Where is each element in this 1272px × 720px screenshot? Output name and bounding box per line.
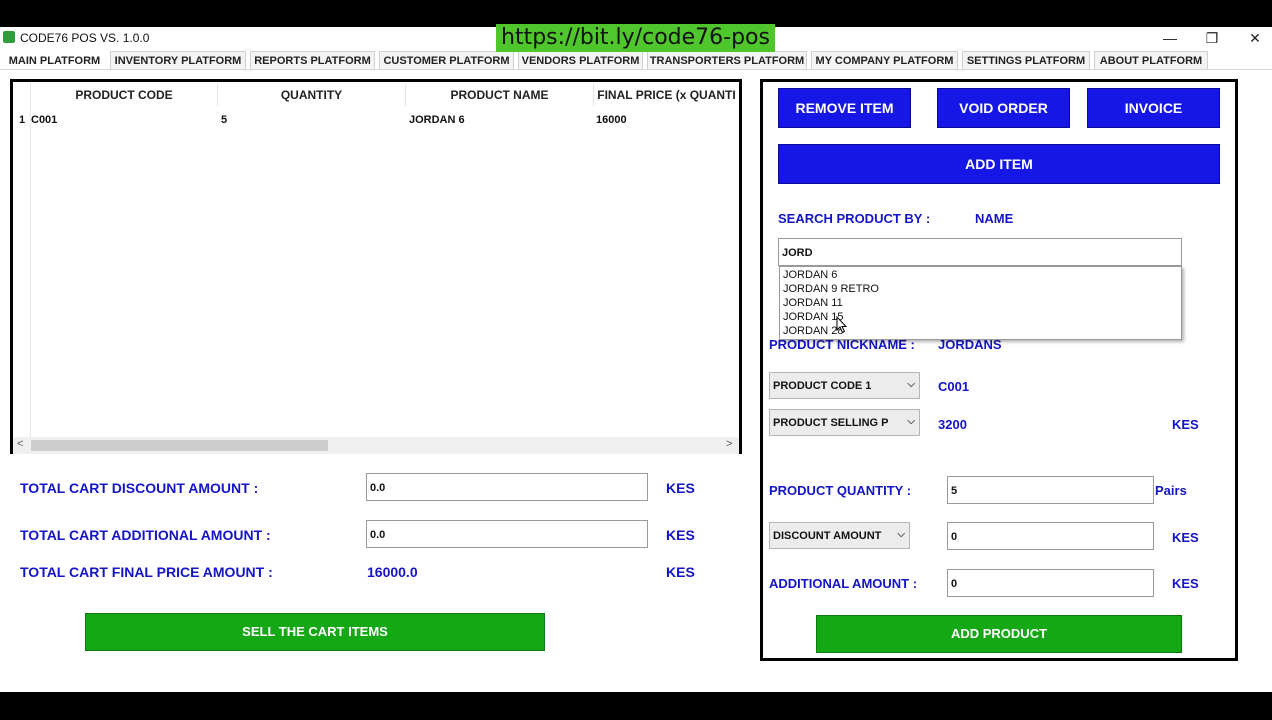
suggestion-item[interactable]: JORDAN 28: [783, 325, 844, 337]
suggestion-item[interactable]: JORDAN 6: [783, 269, 837, 281]
product-selling-price-select-label: PRODUCT SELLING P: [773, 417, 889, 429]
product-quantity-input[interactable]: 5: [947, 476, 1154, 504]
column-header-product-name[interactable]: PRODUCT NAME: [406, 84, 594, 106]
column-header-quantity[interactable]: QUANTITY: [218, 84, 406, 106]
product-quantity-label: PRODUCT QUANTITY :: [769, 483, 912, 498]
suggestion-item[interactable]: JORDAN 9 RETRO: [783, 283, 879, 295]
suggestion-item[interactable]: JORDAN 15: [783, 311, 844, 323]
tab-main-platform[interactable]: MAIN PLATFORM: [4, 51, 105, 69]
restore-button[interactable]: ❐: [1190, 27, 1234, 49]
column-header-final-price[interactable]: FINAL PRICE (x QUANTI: [594, 84, 739, 106]
tab-vendors-platform[interactable]: VENDORS PLATFORM: [518, 51, 643, 69]
url-banner: https://bit.ly/code76-pos: [496, 24, 775, 52]
column-header-product-code[interactable]: PRODUCT CODE: [31, 84, 218, 106]
search-product-label: SEARCH PRODUCT BY :: [778, 211, 931, 226]
product-panel: REMOVE ITEM VOID ORDER INVOICE ADD ITEM …: [760, 79, 1238, 661]
app-icon: [3, 31, 15, 43]
bottom-letterbox: [0, 692, 1272, 720]
horizontal-scrollbar[interactable]: < >: [13, 437, 739, 454]
remove-item-button[interactable]: REMOVE ITEM: [778, 88, 911, 128]
chevron-down-icon: ⌵: [897, 529, 905, 540]
chevron-down-icon: ⌵: [907, 416, 915, 427]
tab-my-company-platform[interactable]: MY COMPANY PLATFORM: [811, 51, 958, 69]
platform-tabs: MAIN PLATFORM INVENTORY PLATFORM REPORTS…: [0, 49, 1272, 70]
additional-amount-label: ADDITIONAL AMOUNT :: [769, 576, 918, 591]
total-additional-field[interactable]: 0.0: [366, 520, 648, 548]
tab-settings-platform[interactable]: SETTINGS PLATFORM: [962, 51, 1090, 69]
total-additional-label: TOTAL CART ADDITIONAL AMOUNT :: [20, 527, 271, 543]
product-code-value: C001: [938, 379, 970, 394]
total-discount-currency: KES: [666, 480, 695, 496]
add-product-button[interactable]: ADD PRODUCT: [816, 615, 1182, 653]
void-order-button[interactable]: VOID ORDER: [937, 88, 1070, 128]
minimize-button[interactable]: —: [1148, 27, 1192, 49]
product-price-value: 3200: [938, 417, 967, 432]
scroll-left-arrow-icon[interactable]: <: [17, 438, 23, 450]
tab-about-platform[interactable]: ABOUT PLATFORM: [1094, 51, 1208, 69]
total-discount-label: TOTAL CART DISCOUNT AMOUNT :: [20, 480, 259, 496]
pos-window: CODE76 POS VS. 1.0.0 — ❐ ✕ MAIN PLATFORM…: [0, 27, 1272, 692]
discount-currency: KES: [1172, 530, 1199, 545]
invoice-button[interactable]: INVOICE: [1087, 88, 1220, 128]
tab-reports-platform[interactable]: REPORTS PLATFORM: [250, 51, 375, 69]
discount-amount-input[interactable]: 0: [947, 522, 1154, 550]
total-final-label: TOTAL CART FINAL PRICE AMOUNT :: [20, 564, 273, 580]
close-button[interactable]: ✕: [1233, 27, 1272, 49]
cell-product-code[interactable]: C001: [31, 114, 57, 126]
total-final-currency: KES: [666, 564, 695, 580]
total-discount-field[interactable]: 0.0: [366, 473, 648, 501]
tab-inventory-platform[interactable]: INVENTORY PLATFORM: [110, 51, 246, 69]
total-final-value: 16000.0: [367, 564, 418, 580]
cart-table[interactable]: PRODUCT CODE QUANTITY PRODUCT NAME FINAL…: [10, 79, 742, 454]
product-selling-price-select[interactable]: PRODUCT SELLING P ⌵: [769, 409, 920, 436]
cell-final-price[interactable]: 16000: [596, 114, 627, 126]
chevron-down-icon: ⌵: [907, 379, 915, 390]
tab-transporters-platform[interactable]: TRANSPORTERS PLATFORM: [647, 51, 807, 69]
scroll-right-arrow-icon[interactable]: >: [726, 438, 732, 450]
mouse-cursor-icon: [836, 316, 848, 334]
discount-type-select-label: DISCOUNT AMOUNT: [773, 530, 882, 542]
tab-customer-platform[interactable]: CUSTOMER PLATFORM: [379, 51, 514, 69]
window-title: CODE76 POS VS. 1.0.0: [20, 31, 150, 45]
additional-amount-input[interactable]: 0: [947, 569, 1154, 597]
suggestion-item[interactable]: JORDAN 11: [783, 297, 843, 309]
product-price-currency: KES: [1172, 417, 1199, 432]
cell-product-name[interactable]: JORDAN 6: [409, 114, 465, 126]
sell-cart-button[interactable]: SELL THE CART ITEMS: [85, 613, 545, 651]
search-product-input[interactable]: JORD: [778, 238, 1182, 266]
row-header-column: [13, 82, 31, 438]
row-number: 1: [19, 114, 26, 126]
add-item-button[interactable]: ADD ITEM: [778, 144, 1220, 184]
search-mode-value[interactable]: NAME: [975, 211, 1013, 226]
product-code-select-label: PRODUCT CODE 1: [773, 380, 872, 392]
product-quantity-unit: Pairs: [1155, 483, 1187, 498]
additional-currency: KES: [1172, 576, 1199, 591]
total-additional-currency: KES: [666, 527, 695, 543]
discount-type-select[interactable]: DISCOUNT AMOUNT ⌵: [769, 522, 910, 549]
product-code-select[interactable]: PRODUCT CODE 1 ⌵: [769, 372, 920, 399]
scrollbar-thumb[interactable]: [31, 440, 328, 451]
cell-quantity[interactable]: 5: [221, 114, 227, 126]
